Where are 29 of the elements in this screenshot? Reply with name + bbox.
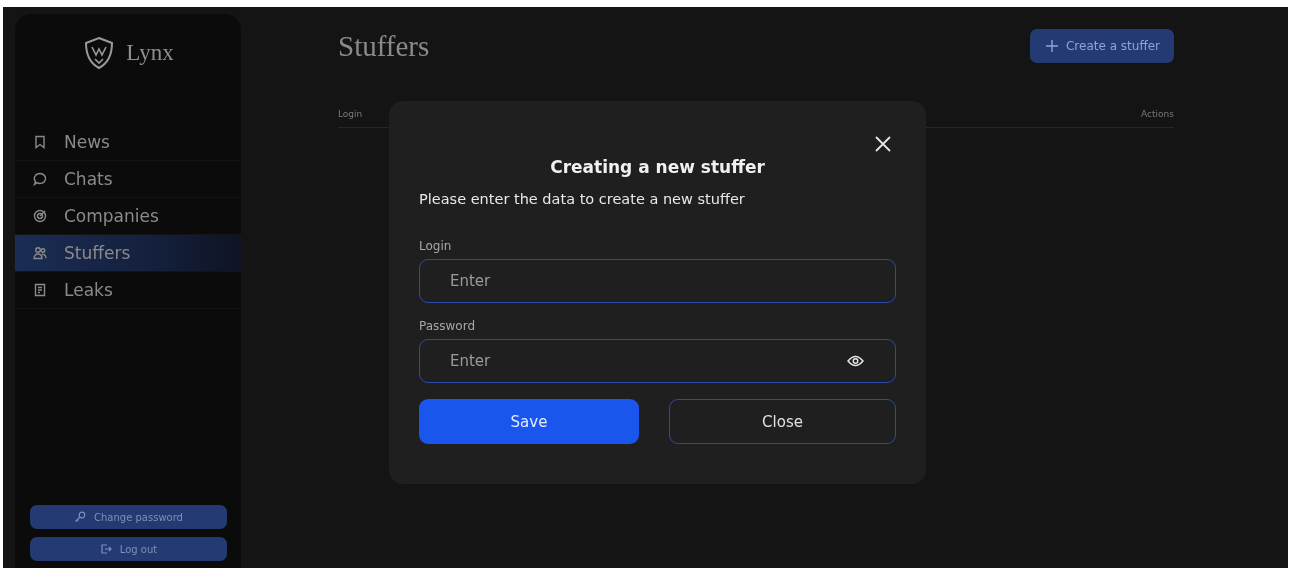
- save-button[interactable]: Save: [419, 399, 639, 444]
- column-header: Login: [338, 109, 363, 119]
- target-icon: [33, 209, 47, 223]
- page-title: Stuffers: [338, 29, 430, 63]
- users-icon: [33, 246, 47, 260]
- plus-icon: [1046, 40, 1058, 52]
- receipt-icon: [33, 283, 47, 297]
- chat-icon: [33, 172, 47, 186]
- nav-item[interactable]: Stuffers: [15, 235, 241, 272]
- log-out-button[interactable]: Log out: [30, 537, 227, 561]
- nav-item[interactable]: Leaks: [15, 272, 241, 309]
- login-field[interactable]: Enter: [419, 259, 896, 303]
- close-button[interactable]: Close: [669, 399, 896, 444]
- close-icon[interactable]: [875, 136, 891, 152]
- eye-icon[interactable]: [847, 355, 864, 367]
- column-header: Actions: [1141, 109, 1174, 119]
- create-stuffer-button[interactable]: Create a stuffer: [1030, 29, 1174, 63]
- bookmark-icon: [33, 135, 47, 149]
- modal-title: Creating a new stuffer: [549, 157, 766, 177]
- brand-name: Lynx: [126, 40, 174, 66]
- nav-item[interactable]: Chats: [15, 161, 241, 198]
- nav-item[interactable]: News: [15, 124, 241, 161]
- key-icon: [74, 511, 86, 523]
- password-field[interactable]: Enter: [419, 339, 896, 383]
- change-password-button[interactable]: Change password: [30, 505, 227, 529]
- field-label: Login: [419, 239, 453, 253]
- field-label: Password: [419, 319, 477, 333]
- modal-subtitle: Please enter the data to create a new stuffer: [419, 191, 746, 207]
- exit-icon: [99, 543, 112, 555]
